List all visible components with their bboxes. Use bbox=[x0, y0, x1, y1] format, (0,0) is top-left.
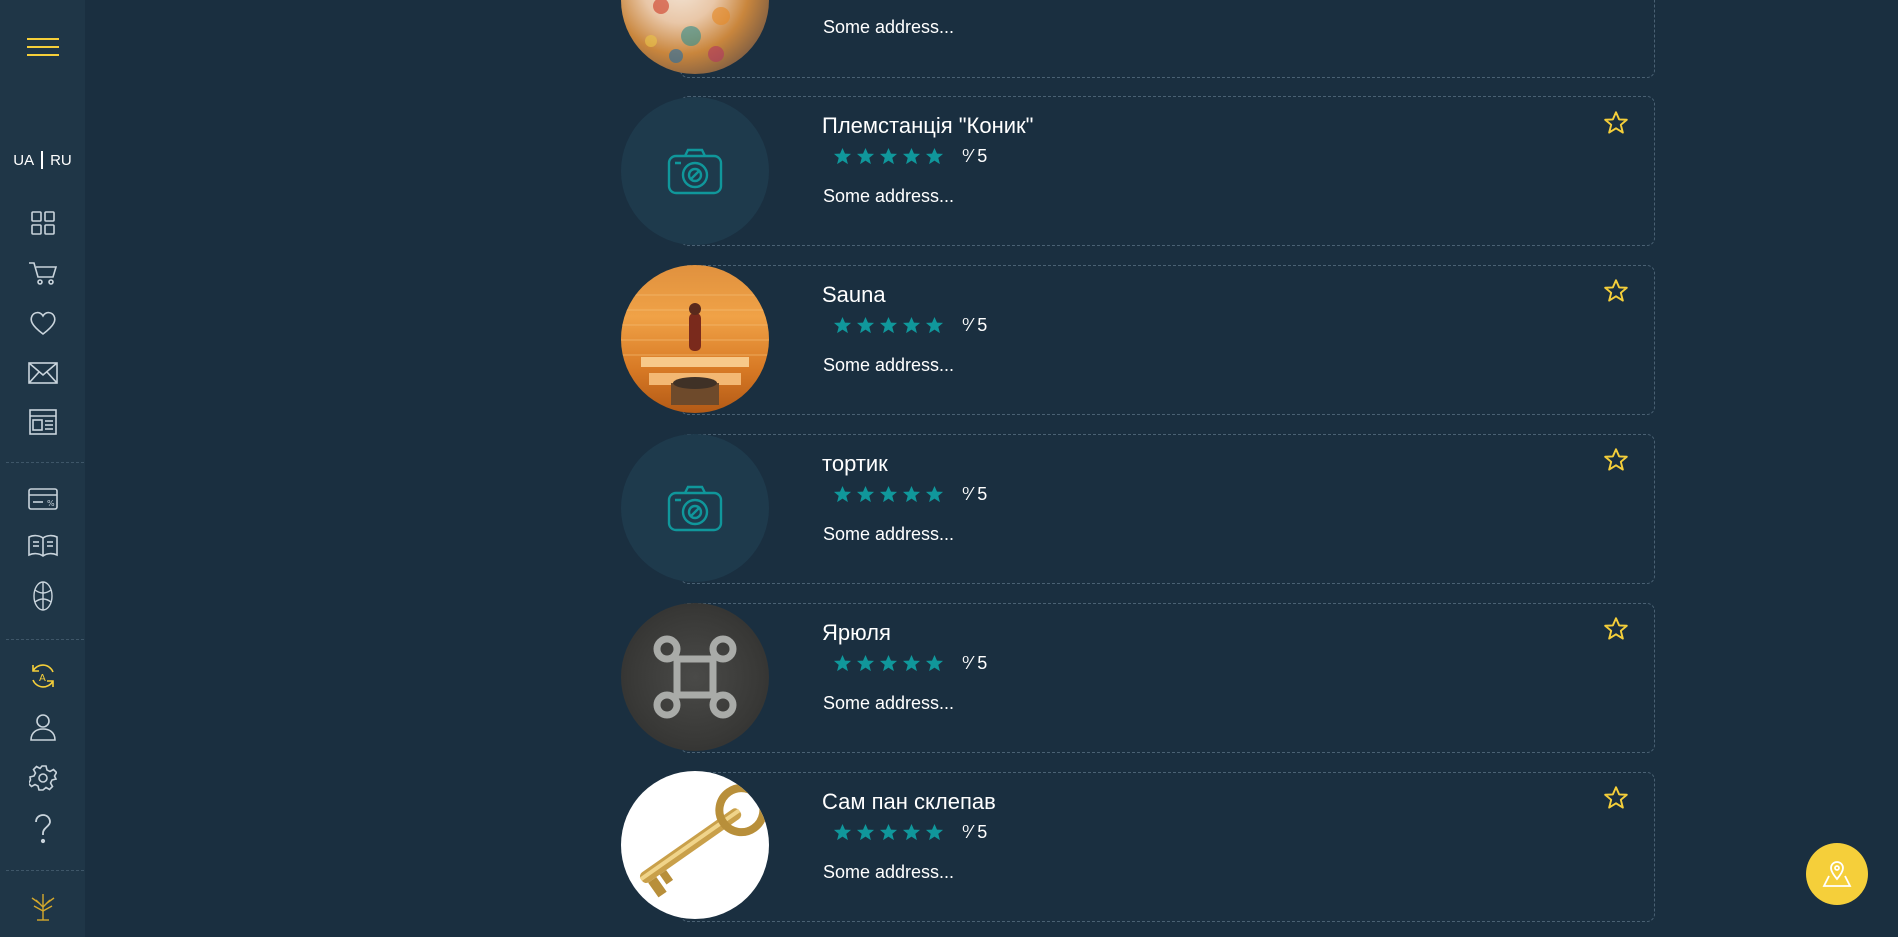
rating-star-icon bbox=[833, 316, 852, 333]
favorite-star-icon[interactable] bbox=[1604, 448, 1628, 472]
book-icon[interactable] bbox=[0, 529, 85, 563]
listing-card[interactable] bbox=[680, 0, 1655, 78]
listing-title[interactable]: Sauna bbox=[822, 282, 886, 308]
rating-star-icon bbox=[925, 485, 944, 502]
rating-star-icon bbox=[833, 823, 852, 840]
rating-star-icon bbox=[833, 654, 852, 671]
rating-text: ⁰⁄ 5 bbox=[962, 314, 988, 335]
listing-rating: ⁰⁄ 5 bbox=[833, 822, 987, 842]
rating-star-icon bbox=[879, 823, 898, 840]
heart-icon[interactable] bbox=[0, 306, 85, 340]
rating-stars bbox=[833, 654, 944, 673]
rating-star-icon bbox=[925, 823, 944, 840]
rating-star-icon bbox=[902, 485, 921, 502]
discount-card-icon[interactable]: % bbox=[0, 482, 85, 516]
rating-star-icon bbox=[902, 823, 921, 840]
listing-rating: ⁰⁄ 5 bbox=[833, 146, 987, 166]
listing-rating: ⁰⁄ 5 bbox=[833, 653, 987, 673]
grid-icon[interactable] bbox=[0, 206, 85, 240]
rating-star-icon bbox=[879, 654, 898, 671]
rating-star-icon bbox=[879, 316, 898, 333]
rating-star-icon bbox=[856, 823, 875, 840]
newspaper-icon[interactable] bbox=[0, 405, 85, 439]
rating-stars bbox=[833, 823, 944, 842]
map-pin-icon bbox=[1822, 861, 1852, 887]
mail-icon[interactable] bbox=[0, 356, 85, 390]
lang-divider bbox=[41, 151, 44, 169]
favorite-star-icon[interactable] bbox=[1604, 279, 1628, 303]
rating-star-icon bbox=[925, 654, 944, 671]
menu-icon[interactable] bbox=[0, 30, 85, 64]
svg-text:%: % bbox=[47, 499, 55, 508]
listing-title[interactable]: тортик bbox=[822, 451, 888, 477]
rating-star-icon bbox=[925, 316, 944, 333]
camera-icon bbox=[621, 434, 769, 582]
listing-rating: ⁰⁄ 5 bbox=[833, 315, 987, 335]
sidebar: UA RU % A bbox=[0, 0, 85, 937]
rating-text: ⁰⁄ 5 bbox=[962, 145, 988, 166]
sync-icon[interactable]: A bbox=[0, 659, 85, 693]
favorite-star-icon[interactable] bbox=[1604, 111, 1628, 135]
listing-rating: ⁰⁄ 5 bbox=[833, 484, 987, 504]
sidebar-divider bbox=[6, 870, 84, 871]
rating-star-icon bbox=[879, 147, 898, 164]
rating-star-icon bbox=[833, 147, 852, 164]
tree-logo-icon[interactable] bbox=[0, 889, 85, 923]
rating-star-icon bbox=[925, 147, 944, 164]
listing-address: Some address... bbox=[823, 355, 955, 375]
rating-star-icon bbox=[902, 316, 921, 333]
rating-text: ⁰⁄ 5 bbox=[962, 483, 988, 504]
language-switcher: UA RU bbox=[0, 150, 85, 170]
cart-icon[interactable] bbox=[0, 256, 85, 290]
rating-star-icon bbox=[879, 485, 898, 502]
lang-ru[interactable]: RU bbox=[50, 152, 72, 169]
svg-text:A: A bbox=[39, 673, 46, 684]
gear-icon[interactable] bbox=[0, 761, 85, 795]
favorite-star-icon[interactable] bbox=[1604, 786, 1628, 810]
rating-star-icon bbox=[856, 485, 875, 502]
rating-star-icon bbox=[833, 485, 852, 502]
rating-text: ⁰⁄ 5 bbox=[962, 821, 988, 842]
help-icon[interactable] bbox=[0, 812, 85, 846]
listing-title[interactable]: Сам пан склепав bbox=[822, 789, 996, 815]
flower-icon[interactable] bbox=[0, 579, 85, 613]
listing-avatar-photo-sauna bbox=[621, 265, 769, 413]
rating-stars bbox=[833, 316, 944, 335]
rating-stars bbox=[833, 147, 944, 166]
sidebar-divider bbox=[6, 462, 84, 463]
rating-star-icon bbox=[856, 147, 875, 164]
rating-star-icon bbox=[902, 654, 921, 671]
favorite-star-icon[interactable] bbox=[1604, 617, 1628, 641]
camera-icon bbox=[621, 97, 769, 245]
listing-address: Some address... bbox=[823, 17, 955, 37]
listing-address: Some address... bbox=[823, 862, 955, 882]
rating-star-icon bbox=[856, 316, 875, 333]
listing-address: Some address... bbox=[823, 186, 955, 206]
listing-avatar-photo-keys bbox=[621, 771, 769, 919]
lang-ua[interactable]: UA bbox=[13, 152, 34, 169]
command-key-icon bbox=[621, 603, 769, 751]
map-button[interactable] bbox=[1806, 843, 1868, 905]
rating-star-icon bbox=[856, 654, 875, 671]
rating-star-icon bbox=[902, 147, 921, 164]
listing-address: Some address... bbox=[823, 693, 955, 713]
sidebar-divider bbox=[6, 639, 84, 640]
listing-title[interactable]: Племстанція "Коник" bbox=[822, 113, 1033, 139]
rating-stars bbox=[833, 485, 944, 504]
listing-address: Some address... bbox=[823, 524, 955, 544]
rating-text: ⁰⁄ 5 bbox=[962, 652, 988, 673]
listing-title[interactable]: Ярюля bbox=[822, 620, 891, 646]
user-icon[interactable] bbox=[0, 710, 85, 744]
